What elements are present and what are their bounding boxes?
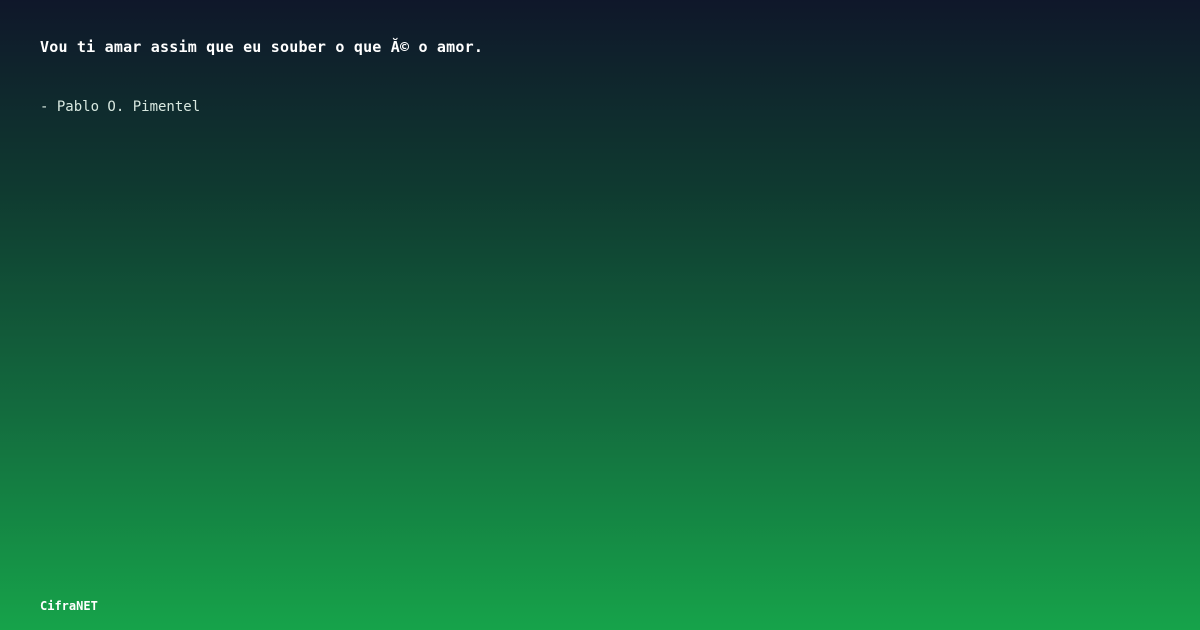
brand-name: CifraNET [40, 599, 98, 613]
quote-author: - Pablo O. Pimentel [40, 99, 201, 115]
quote-text: Vou ti amar assim que eu souber o que Ă©… [40, 38, 484, 56]
